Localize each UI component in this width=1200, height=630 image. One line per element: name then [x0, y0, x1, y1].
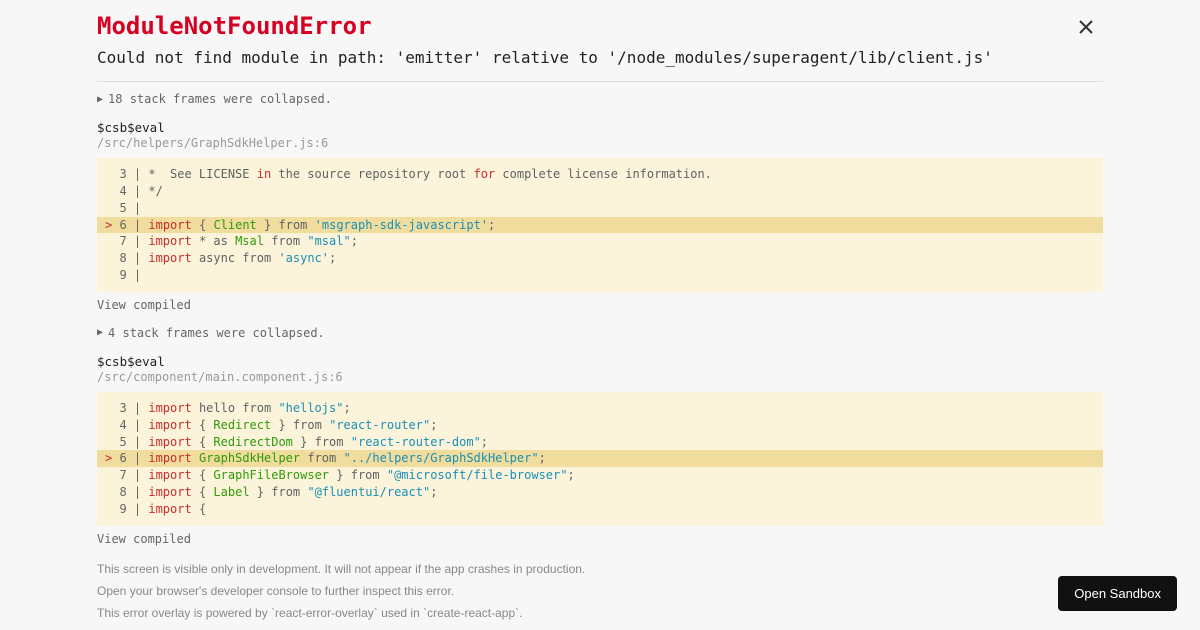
frame-path-2: /src/component/main.component.js:6 — [97, 370, 1103, 384]
code-block-1: 3 | * See LICENSE in the source reposito… — [97, 158, 1103, 292]
chevron-right-icon: ▶ — [97, 327, 103, 338]
chevron-right-icon: ▶ — [97, 94, 103, 105]
frame-path-1: /src/helpers/GraphSdkHelper.js:6 — [97, 136, 1103, 150]
view-compiled-link-2[interactable]: View compiled — [97, 532, 1103, 546]
close-icon[interactable] — [1078, 18, 1094, 41]
footer-line-3: This error overlay is powered by `react-… — [97, 604, 1103, 622]
divider — [97, 81, 1103, 82]
error-title: ModuleNotFoundError — [97, 12, 1103, 40]
frame-name-2: $csb$eval — [97, 354, 1103, 370]
stack-collapse-toggle-1[interactable]: ▶ 18 stack frames were collapsed. — [97, 92, 1103, 106]
frame-name-1: $csb$eval — [97, 120, 1103, 136]
collapse-text: 4 stack frames were collapsed. — [108, 326, 325, 340]
code-block-2: 3 | import hello from "hellojs"; 4 | imp… — [97, 392, 1103, 526]
view-compiled-link-1[interactable]: View compiled — [97, 298, 1103, 312]
collapse-text: 18 stack frames were collapsed. — [108, 92, 332, 106]
footer-line-1: This screen is visible only in developme… — [97, 560, 1103, 578]
open-sandbox-button[interactable]: Open Sandbox — [1058, 576, 1177, 611]
stack-collapse-toggle-2[interactable]: ▶ 4 stack frames were collapsed. — [97, 326, 1103, 340]
error-message: Could not find module in path: 'emitter'… — [97, 48, 1103, 67]
footer-line-2: Open your browser's developer console to… — [97, 582, 1103, 600]
